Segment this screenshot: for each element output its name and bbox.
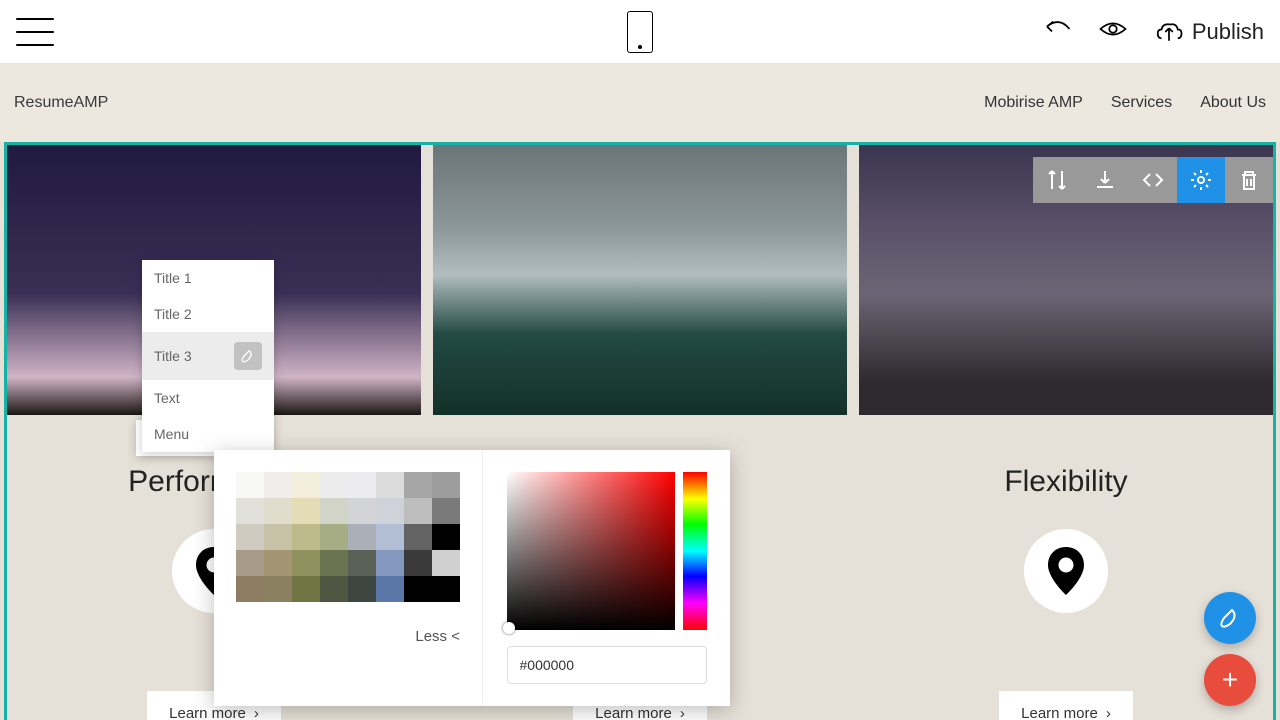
nav-link[interactable]: Services [1111,94,1172,112]
saturation-value-area[interactable] [507,472,675,630]
color-swatch[interactable] [292,576,320,602]
color-swatch[interactable] [320,472,348,498]
color-swatch[interactable] [236,498,264,524]
hue-slider[interactable] [683,472,707,630]
color-swatch[interactable] [348,498,376,524]
learn-more-label: Learn more [169,705,246,720]
color-picker-panel: Less < [214,450,730,706]
color-swatch[interactable] [404,576,432,602]
card-title[interactable]: Flexibility [1004,465,1127,499]
preview-eye-icon[interactable] [1098,14,1128,49]
color-swatch[interactable] [432,524,460,550]
color-picker-side [482,450,730,706]
color-swatch[interactable] [292,472,320,498]
color-swatch[interactable] [432,550,460,576]
color-swatch[interactable] [236,524,264,550]
card-image[interactable] [433,145,847,415]
color-swatch[interactable] [404,524,432,550]
site-navbar: ResumeAMP Mobirise AMP Services About Us [0,64,1280,142]
text-style-menu: Title 1 Title 2 Title 3 Text Menu [142,260,274,452]
block-delete-icon[interactable] [1225,157,1273,203]
color-swatch[interactable] [320,550,348,576]
app-topbar: Publish [0,0,1280,64]
brush-icon[interactable] [234,342,262,370]
text-style-label: Title 3 [154,348,192,364]
color-swatch[interactable] [264,524,292,550]
color-swatch[interactable] [376,576,404,602]
color-swatch[interactable] [376,472,404,498]
color-swatch[interactable] [236,576,264,602]
color-swatch[interactable] [376,550,404,576]
block-download-icon[interactable] [1081,157,1129,203]
color-swatch[interactable] [404,472,432,498]
sv-handle[interactable] [503,622,515,634]
text-style-label: Title 1 [154,270,192,286]
mobile-preview-icon[interactable] [627,11,653,53]
color-swatch[interactable] [348,472,376,498]
color-swatch[interactable] [292,550,320,576]
text-style-option[interactable]: Title 2 [142,296,274,332]
undo-icon[interactable] [1042,14,1072,49]
color-swatch[interactable] [348,550,376,576]
color-swatch[interactable] [320,524,348,550]
color-swatch[interactable] [264,550,292,576]
color-swatch[interactable] [404,550,432,576]
learn-more-button[interactable]: Learn more › [999,691,1133,720]
color-picker-main [507,472,707,630]
text-style-label: Text [154,390,180,406]
color-swatch[interactable] [320,576,348,602]
color-swatch[interactable] [236,472,264,498]
color-swatch[interactable] [320,498,348,524]
map-pin-icon [1046,547,1086,595]
block-code-icon[interactable] [1129,157,1177,203]
color-swatch[interactable] [236,550,264,576]
block-settings-icon[interactable] [1177,157,1225,203]
menu-hamburger-icon[interactable] [16,18,54,46]
card-icon-circle[interactable] [1024,529,1108,613]
color-swatch[interactable] [292,498,320,524]
topbar-actions: Publish [1042,14,1264,49]
color-swatch[interactable] [432,498,460,524]
color-swatch[interactable] [348,576,376,602]
chevron-right-icon: › [254,705,259,720]
publish-label: Publish [1192,19,1264,45]
color-swatch[interactable] [264,576,292,602]
color-swatch[interactable] [432,576,460,602]
color-swatch[interactable] [404,498,432,524]
text-style-label: Menu [154,426,189,442]
block-toolbar [1033,157,1273,203]
color-swatch[interactable] [348,524,376,550]
color-swatch[interactable] [292,524,320,550]
chevron-right-icon: › [1106,705,1111,720]
publish-button[interactable]: Publish [1154,17,1264,47]
text-style-option[interactable]: Title 1 [142,260,274,296]
less-toggle[interactable]: Less < [236,628,460,645]
hex-input[interactable] [507,646,707,684]
color-swatch[interactable] [264,472,292,498]
color-swatch[interactable] [432,472,460,498]
text-style-option[interactable]: Menu [142,416,274,452]
brand-label[interactable]: ResumeAMP [14,94,108,112]
color-swatch-grid-wrap: Less < [214,450,482,706]
text-style-option[interactable]: Title 3 [142,332,274,380]
nav-link[interactable]: About Us [1200,94,1266,112]
color-swatch[interactable] [376,524,404,550]
learn-more-label: Learn more [1021,705,1098,720]
nav-link[interactable]: Mobirise AMP [984,94,1083,112]
text-style-option[interactable]: Text [142,380,274,416]
color-swatch-grid [236,472,460,602]
nav-links: Mobirise AMP Services About Us [984,94,1266,112]
chevron-right-icon: › [680,705,685,720]
add-block-fab[interactable]: + [1204,654,1256,706]
learn-more-label: Learn more [595,705,672,720]
color-swatch[interactable] [376,498,404,524]
style-fab[interactable] [1204,592,1256,644]
color-swatch[interactable] [264,498,292,524]
block-move-icon[interactable] [1033,157,1081,203]
text-style-label: Title 2 [154,306,192,322]
